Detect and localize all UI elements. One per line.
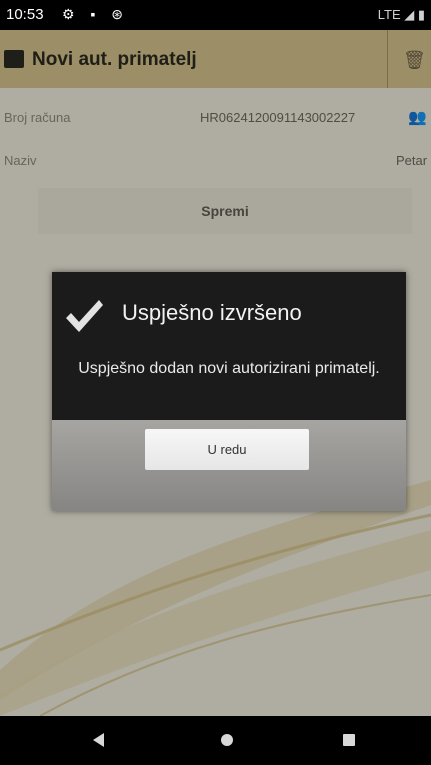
navigation-bar [0,716,431,765]
dialog-title: Uspješno izvršeno [122,300,302,325]
ok-button[interactable]: U redu [145,429,309,470]
home-icon[interactable] [221,734,233,746]
recent-apps-icon[interactable] [343,734,355,746]
dialog-footer: U redu [52,420,406,511]
checkmark-icon [66,300,103,332]
signal-battery-icons: LTE ◢ ▮ [377,7,425,22]
notification-icons: ⚙ ▪ ⊛ [62,6,130,22]
back-icon[interactable] [93,733,104,747]
dialog-message: Uspješno dodan novi autorizirani primate… [78,360,380,377]
status-bar: 10:53 ⚙ ▪ ⊛ LTE ◢ ▮ [0,0,431,30]
success-dialog: Uspješno izvršeno Uspješno dodan novi au… [52,272,406,511]
app-screen: Novi aut. primatelj 🗑 Broj računa HR0624… [0,30,431,716]
status-time: 10:53 [6,6,44,23]
